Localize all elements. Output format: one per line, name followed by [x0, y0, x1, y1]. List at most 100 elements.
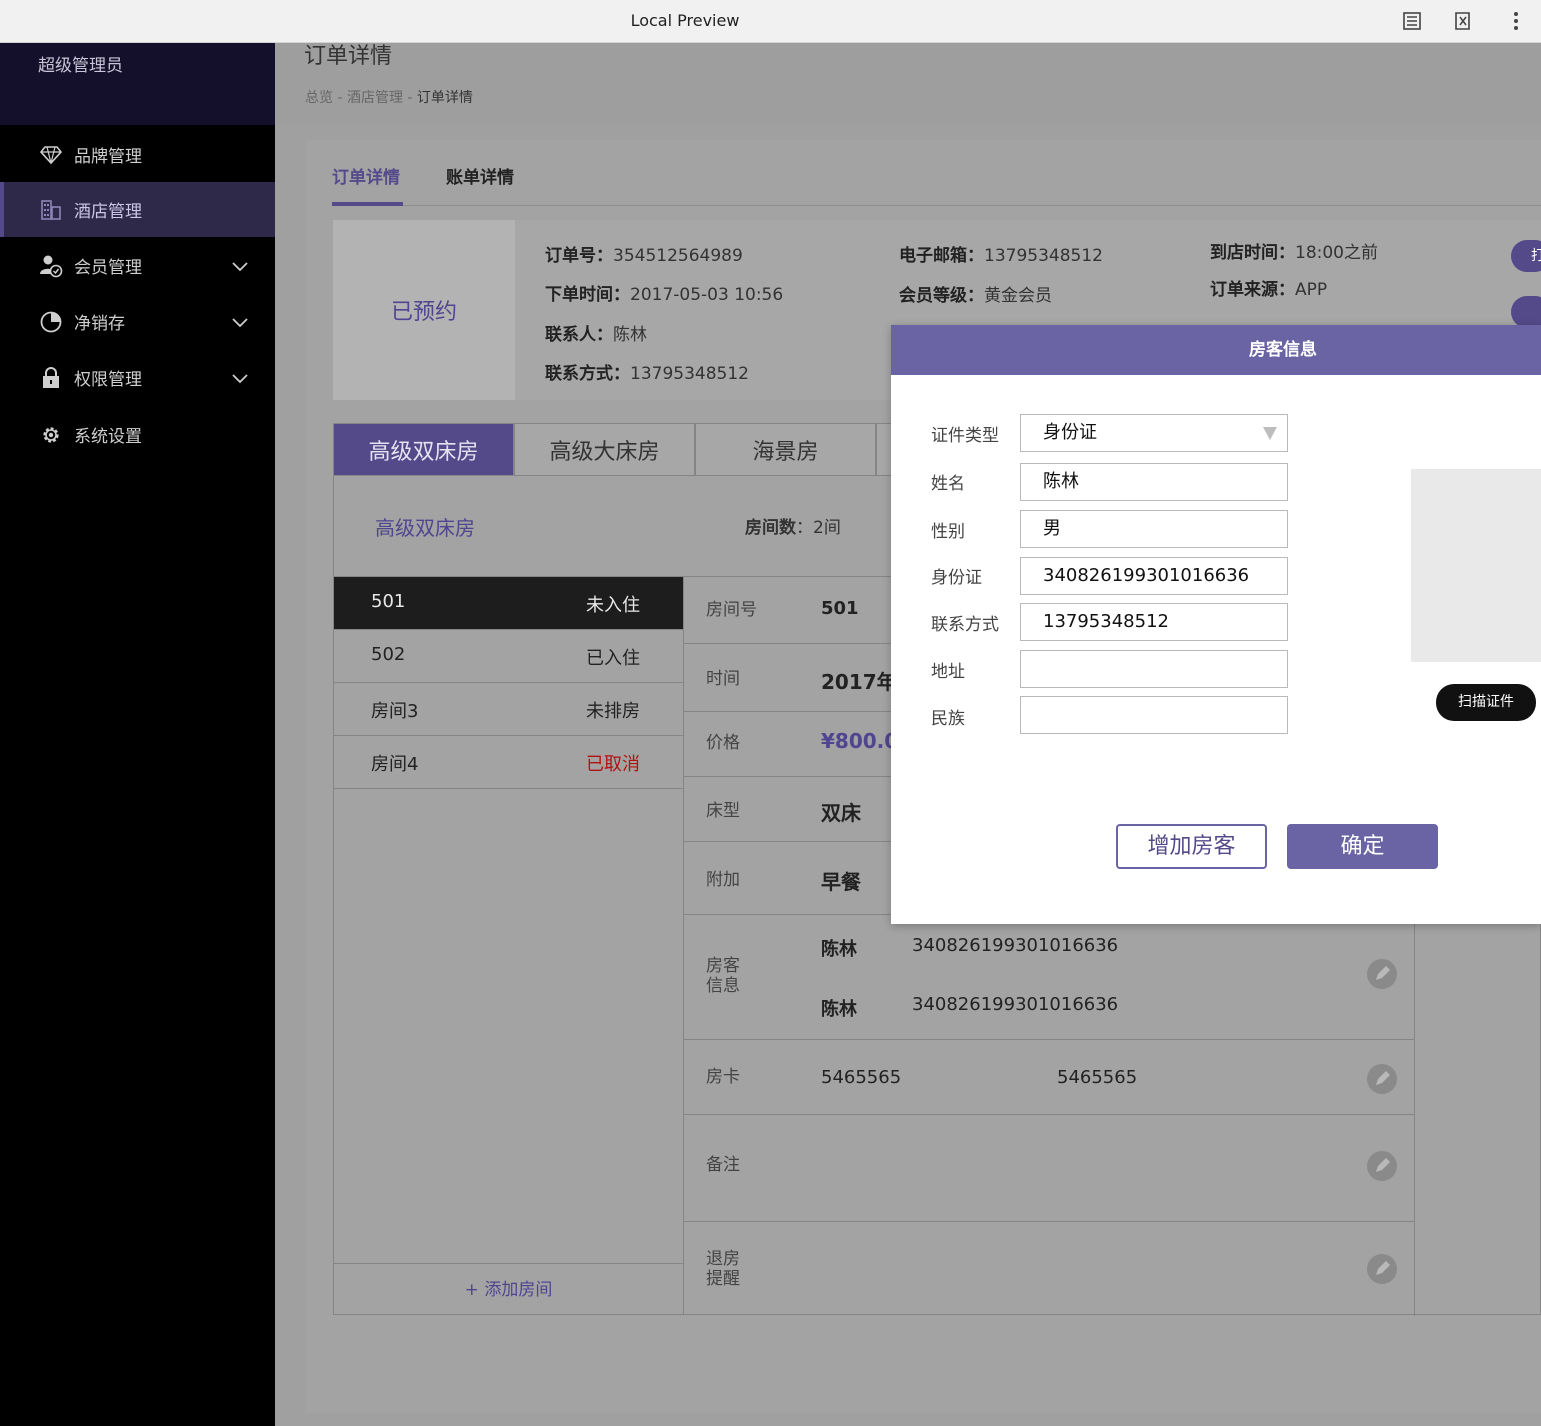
edit-icon[interactable]	[1366, 958, 1398, 990]
scan-id-button[interactable]: 扫描证件	[1436, 684, 1536, 721]
order-contact: 联系人：陈林	[545, 325, 647, 345]
room-row[interactable]: 501 未入住	[334, 577, 683, 630]
sidebar-item-label: 会员管理	[74, 258, 142, 278]
sidebar-item-inventory[interactable]: 净销存	[0, 294, 275, 349]
detail-label: 价格	[706, 733, 740, 753]
field-label: 身份证	[931, 568, 982, 588]
field-label: 性别	[931, 522, 965, 542]
room-status: 未入住	[586, 595, 640, 616]
sidebar-item-label: 酒店管理	[74, 202, 142, 222]
extension-icon[interactable]	[1450, 8, 1476, 34]
id-photo-placeholder	[1411, 469, 1541, 662]
modal-title: 房客信息	[1249, 340, 1317, 360]
detail-row-remark: 备注	[684, 1115, 1414, 1222]
gear-icon	[39, 423, 63, 447]
add-guest-button[interactable]: 增加房客	[1116, 824, 1267, 869]
gender-field[interactable]: 男	[1020, 510, 1288, 548]
member-icon	[39, 254, 63, 278]
sidebar: 超级管理员 品牌管理 酒店管理 会员管理 净销存 权限管理 系统设置	[0, 43, 275, 1426]
user-name: 超级管理员	[38, 56, 123, 76]
room-tab-king[interactable]: 高级大床房	[514, 423, 695, 476]
room-name: 501	[371, 591, 406, 612]
tab-order-detail[interactable]: 订单详情	[332, 160, 403, 206]
room-row[interactable]: 房间3 未排房	[334, 683, 683, 736]
room-list: 501 未入住 502 已入住 房间3 未排房 房间4 已取消 + 添加房间	[334, 576, 684, 1315]
edit-icon[interactable]	[1366, 1150, 1398, 1182]
sidebar-item-label: 系统设置	[74, 427, 142, 447]
pie-icon	[39, 310, 63, 334]
window-title: Local Preview	[630, 11, 740, 30]
room-count: 房间数：2间	[745, 518, 841, 538]
field-label: 姓名	[931, 474, 965, 494]
lock-icon	[39, 366, 63, 390]
detail-row-card: 房卡 5465565 5465565	[684, 1040, 1414, 1115]
reader-icon[interactable]	[1399, 8, 1425, 34]
edit-icon[interactable]	[1366, 1253, 1398, 1285]
breadcrumb-item[interactable]: 总览	[305, 90, 333, 106]
room-tab-twin[interactable]: 高级双床房	[333, 423, 514, 476]
phone-field[interactable]: 13795348512	[1020, 603, 1288, 641]
order-phone: 联系方式：13795348512	[545, 364, 749, 384]
room-row[interactable]: 房间4 已取消	[334, 736, 683, 789]
sidebar-item-settings[interactable]: 系统设置	[0, 407, 275, 462]
order-created: 下单时间：2017-05-03 10:56	[545, 285, 784, 305]
field-label: 地址	[931, 662, 965, 682]
detail-value: 2017年	[821, 670, 897, 694]
confirm-button[interactable]: 确定	[1287, 824, 1438, 869]
room-name: 房间4	[371, 754, 419, 775]
chevron-down-icon[interactable]	[231, 257, 249, 275]
room-tab-seaview[interactable]: 海景房	[695, 423, 876, 476]
field-label: 民族	[931, 709, 965, 729]
browser-toolbar: Local Preview	[0, 0, 1541, 43]
guest-id: 340826199301016636	[912, 935, 1119, 956]
id-type-select[interactable]: 身份证	[1020, 414, 1288, 452]
guest-id: 340826199301016636	[912, 994, 1119, 1015]
sidebar-item-hotel[interactable]: 酒店管理	[0, 182, 275, 237]
detail-label: 备注	[706, 1155, 740, 1175]
modal-header: 房客信息	[891, 325, 1541, 375]
more-icon[interactable]	[1503, 8, 1529, 34]
room-row[interactable]: 502 已入住	[334, 630, 683, 683]
edit-icon[interactable]	[1366, 1063, 1398, 1095]
order-number: 订单号：354512564989	[545, 246, 743, 266]
breadcrumb-current: 订单详情	[416, 90, 473, 106]
building-icon	[39, 198, 63, 222]
room-status: 已取消	[586, 754, 640, 775]
detail-label: 退房 提醒	[706, 1249, 740, 1289]
room-name: 502	[371, 644, 406, 665]
breadcrumb: 总览 - 酒店管理 - 订单详情	[305, 87, 473, 107]
detail-label: 房间号	[706, 600, 757, 620]
ethnicity-field[interactable]	[1020, 696, 1288, 734]
tab-bill-detail[interactable]: 账单详情	[446, 160, 526, 206]
chevron-down-icon[interactable]	[231, 369, 249, 387]
address-field[interactable]	[1020, 650, 1288, 688]
add-room-button[interactable]: + 添加房间	[334, 1263, 683, 1316]
sidebar-item-member[interactable]: 会员管理	[0, 238, 275, 293]
detail-value: 双床	[821, 801, 861, 825]
id-number-field[interactable]: 340826199301016636	[1020, 557, 1288, 595]
room-name: 房间3	[371, 701, 419, 722]
order-status: 已预约	[333, 220, 515, 400]
detail-value: 早餐	[821, 870, 861, 894]
dropdown-arrow-icon	[1263, 427, 1277, 440]
sidebar-item-label: 权限管理	[74, 370, 142, 390]
sidebar-item-brand[interactable]: 品牌管理	[0, 127, 275, 182]
field-label: 联系方式	[931, 615, 999, 635]
room-card-number: 5465565	[821, 1067, 902, 1088]
order-action-button-2[interactable]	[1511, 296, 1541, 328]
order-email: 电子邮箱：13795348512	[899, 246, 1103, 266]
sidebar-item-label: 净销存	[74, 314, 125, 334]
sidebar-item-permission[interactable]: 权限管理	[0, 350, 275, 405]
detail-value: ¥800.0	[821, 729, 899, 753]
page-header: 订单详情 总览 - 酒店管理 - 订单详情	[275, 43, 1541, 125]
order-arrival: 到店时间：18:00之前	[1210, 243, 1378, 263]
order-action-button[interactable]: 打	[1511, 240, 1541, 272]
user-block: 超级管理员	[0, 43, 275, 125]
breadcrumb-item[interactable]: 酒店管理	[347, 90, 403, 106]
sidebar-item-label: 品牌管理	[74, 147, 142, 167]
chevron-down-icon[interactable]	[231, 313, 249, 331]
detail-label: 时间	[706, 669, 740, 689]
room-card-number: 5465565	[1057, 1067, 1138, 1088]
name-field[interactable]: 陈林	[1020, 463, 1288, 501]
order-source: 订单来源：APP	[1210, 280, 1328, 300]
